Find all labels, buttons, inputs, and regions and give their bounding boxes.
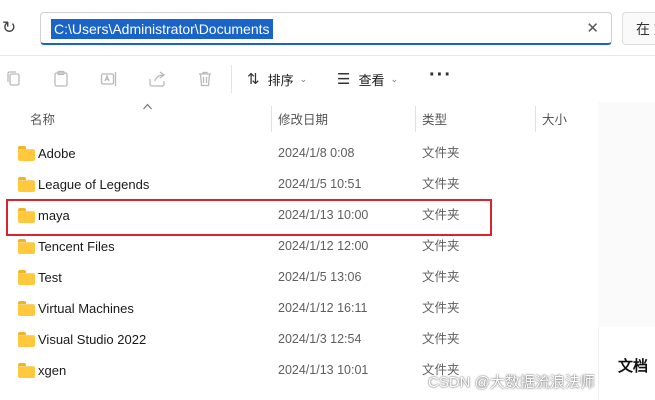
file-name: Tencent Files [38, 239, 115, 254]
folder-icon [18, 146, 35, 161]
folder-icon [18, 208, 35, 223]
file-type: 文件夹 [422, 177, 460, 191]
share-icon[interactable] [147, 69, 167, 89]
file-name: maya [38, 208, 70, 223]
sort-ascending-icon [143, 103, 152, 110]
more-options-button[interactable]: ··· [429, 64, 452, 87]
table-row[interactable]: maya 2024/1/13 10:00 文件夹 [6, 200, 594, 231]
file-type: 文件夹 [422, 208, 460, 222]
file-name: xgen [38, 363, 67, 378]
address-bar-row: ↻ C:\Users\Administrator\Documents ✕ 在 文 [0, 0, 655, 56]
file-type: 文件夹 [422, 270, 460, 284]
close-icon[interactable]: ✕ [586, 19, 599, 39]
modified-date: 2024/1/5 13:06 [278, 270, 362, 284]
column-header-size[interactable]: 大小 [542, 104, 567, 136]
folder-icon [18, 332, 35, 347]
watermark: CSDN @大数据流浪法师 [428, 374, 595, 391]
view-list-icon: ☰ [337, 71, 351, 88]
paste-icon[interactable] [51, 69, 71, 89]
column-divider[interactable] [271, 106, 272, 132]
folder-icon [18, 239, 35, 254]
command-bar: ⇅ 排序 ⌄ ☰ 查看 ⌄ ··· [0, 56, 655, 102]
sort-label: 排序 [267, 72, 294, 88]
folder-icon [18, 177, 35, 192]
folder-icon [18, 301, 35, 316]
file-type: 文件夹 [422, 332, 460, 346]
preview-title: 文档 [618, 358, 649, 375]
modified-date: 2024/1/8 0:08 [278, 146, 355, 160]
refresh-icon[interactable]: ↻ [2, 17, 20, 39]
modified-date: 2024/1/3 12:54 [278, 332, 362, 346]
file-type: 文件夹 [422, 239, 460, 253]
table-row[interactable]: Tencent Files 2024/1/12 12:00 文件夹 [6, 231, 594, 262]
search-placeholder: 在 文 [636, 21, 655, 37]
table-row[interactable]: Adobe 2024/1/8 0:08 文件夹 [6, 138, 594, 169]
sort-icon: ⇅ [247, 71, 260, 88]
search-input[interactable]: 在 文 [622, 12, 655, 45]
view-label: 查看 [358, 72, 385, 88]
file-name: League of Legends [38, 177, 150, 192]
toolbar-divider [231, 65, 232, 93]
folder-icon [18, 363, 35, 378]
address-path-text[interactable]: C:\Users\Administrator\Documents [51, 19, 273, 39]
file-name: Virtual Machines [38, 301, 134, 316]
modified-date: 2024/1/12 16:11 [278, 301, 368, 315]
column-header-name[interactable]: 名称 [30, 104, 55, 136]
file-name: Test [38, 270, 62, 285]
table-row[interactable]: League of Legends 2024/1/5 10:51 文件夹 [6, 169, 594, 200]
column-header-type[interactable]: 类型 [422, 104, 447, 136]
column-header-date[interactable]: 修改日期 [278, 104, 328, 136]
file-name: Adobe [38, 146, 76, 161]
file-type: 文件夹 [422, 301, 460, 315]
modified-date: 2024/1/12 12:00 [278, 239, 369, 253]
table-row[interactable]: Virtual Machines 2024/1/12 16:11 文件夹 [6, 293, 594, 324]
file-name: Visual Studio 2022 [38, 332, 147, 347]
chevron-down-icon: ⌄ [299, 73, 308, 84]
modified-date: 2024/1/13 10:00 [278, 208, 369, 222]
address-input[interactable]: C:\Users\Administrator\Documents ✕ [40, 12, 612, 45]
view-button[interactable]: ☰ 查看 ⌄ [337, 67, 398, 91]
folder-icon [18, 270, 35, 285]
chevron-down-icon: ⌄ [390, 73, 399, 84]
copy-icon[interactable] [4, 69, 24, 89]
modified-date: 2024/1/5 10:51 [278, 177, 362, 191]
column-divider[interactable] [415, 106, 416, 132]
column-divider[interactable] [535, 106, 536, 132]
table-row[interactable]: Visual Studio 2022 2024/1/3 12:54 文件夹 [6, 324, 594, 355]
table-row[interactable]: Test 2024/1/5 13:06 文件夹 [6, 262, 594, 293]
rename-icon[interactable] [99, 69, 119, 89]
preview-pane-background [598, 102, 655, 327]
sort-button[interactable]: ⇅ 排序 ⌄ [247, 67, 307, 91]
delete-icon[interactable] [195, 69, 215, 89]
file-type: 文件夹 [422, 146, 460, 160]
modified-date: 2024/1/13 10:01 [278, 363, 369, 377]
